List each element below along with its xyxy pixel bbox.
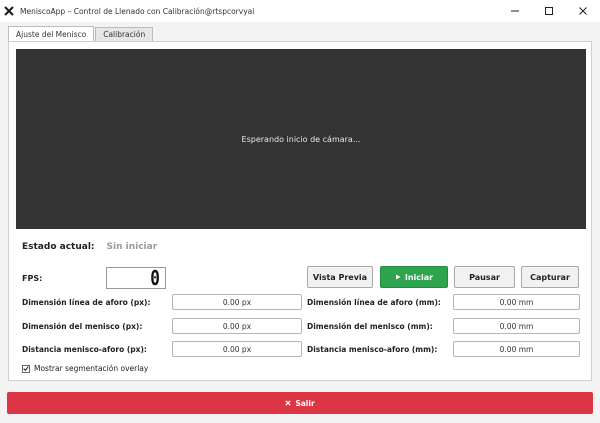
camera-view: Esperando inicio de cámara... — [16, 49, 586, 229]
px-distancia-value: 0.00 px — [222, 344, 252, 354]
maximize-icon[interactable] — [532, 0, 566, 22]
status-value: Sin iniciar — [106, 242, 158, 252]
play-icon — [395, 274, 401, 280]
mm-aforo-field[interactable]: 0.00 mm — [453, 294, 580, 310]
fps-lcd-display: 0 — [106, 267, 166, 289]
minimize-icon[interactable] — [498, 0, 532, 22]
mm-menisco-field[interactable]: 0.00 mm — [453, 318, 580, 334]
tab-bar: Ajuste del Menisco Calibración — [8, 26, 154, 41]
status-row: Estado actual: Sin iniciar — [22, 242, 157, 252]
overlay-toggle[interactable]: Mostrar segmentación overlay — [22, 364, 148, 373]
mm-distancia-label: Distancia menisco-aforo (mm): — [307, 345, 438, 354]
fps-value: 0 — [150, 266, 160, 290]
overlay-checkbox[interactable] — [22, 364, 30, 373]
status-label: Estado actual: — [22, 242, 95, 252]
title-bar: MeniscoApp – Control de Llenado con Cali… — [0, 0, 600, 22]
px-aforo-label: Dimensión línea de aforo (px): — [22, 298, 151, 307]
mm-menisco-label: Dimensión del menisco (mm): — [307, 322, 433, 331]
capture-button[interactable]: Capturar — [521, 266, 579, 288]
tab-menisco[interactable]: Ajuste del Menisco — [8, 26, 95, 41]
window-title: MeniscoApp – Control de Llenado con Cali… — [20, 6, 255, 16]
px-menisco-label: Dimensión del menisco (px): — [22, 322, 143, 331]
close-icon — [285, 400, 292, 406]
tab-calibracion[interactable]: Calibración — [95, 27, 154, 41]
preview-button[interactable]: Vista Previa — [307, 266, 373, 288]
close-icon[interactable] — [566, 0, 600, 22]
mm-aforo-value: 0.00 mm — [499, 297, 534, 307]
capture-button-label: Capturar — [530, 272, 570, 282]
start-button-label: Iniciar — [404, 272, 434, 282]
camera-message: Esperando inicio de cámara... — [241, 134, 361, 144]
preview-button-label: Vista Previa — [312, 272, 368, 282]
px-distancia-field[interactable]: 0.00 px — [172, 341, 302, 357]
overlay-label: Mostrar segmentación overlay — [34, 364, 149, 373]
tab-panel-menisco: Esperando inicio de cámara... Estado act… — [8, 41, 592, 381]
px-aforo-value: 0.00 px — [222, 297, 252, 307]
exit-button[interactable]: Salir — [7, 392, 593, 414]
exit-button-label: Salir — [295, 398, 315, 408]
mm-distancia-field[interactable]: 0.00 mm — [453, 341, 580, 357]
px-menisco-field[interactable]: 0.00 px — [172, 318, 302, 334]
mm-menisco-value: 0.00 mm — [499, 321, 534, 331]
fps-label: FPS: — [22, 274, 43, 283]
pause-button-label: Pausar — [469, 272, 500, 282]
mm-distancia-value: 0.00 mm — [499, 344, 534, 354]
px-menisco-value: 0.00 px — [222, 321, 252, 331]
pause-button[interactable]: Pausar — [454, 266, 515, 288]
app-icon — [4, 6, 14, 16]
window-controls — [498, 0, 600, 22]
mm-aforo-label: Dimensión línea de aforo (mm): — [307, 298, 441, 307]
px-aforo-field[interactable]: 0.00 px — [172, 294, 302, 310]
start-button[interactable]: Iniciar — [380, 266, 448, 288]
px-distancia-label: Distancia menisco-aforo (px): — [22, 345, 147, 354]
checkmark-icon — [23, 366, 29, 372]
